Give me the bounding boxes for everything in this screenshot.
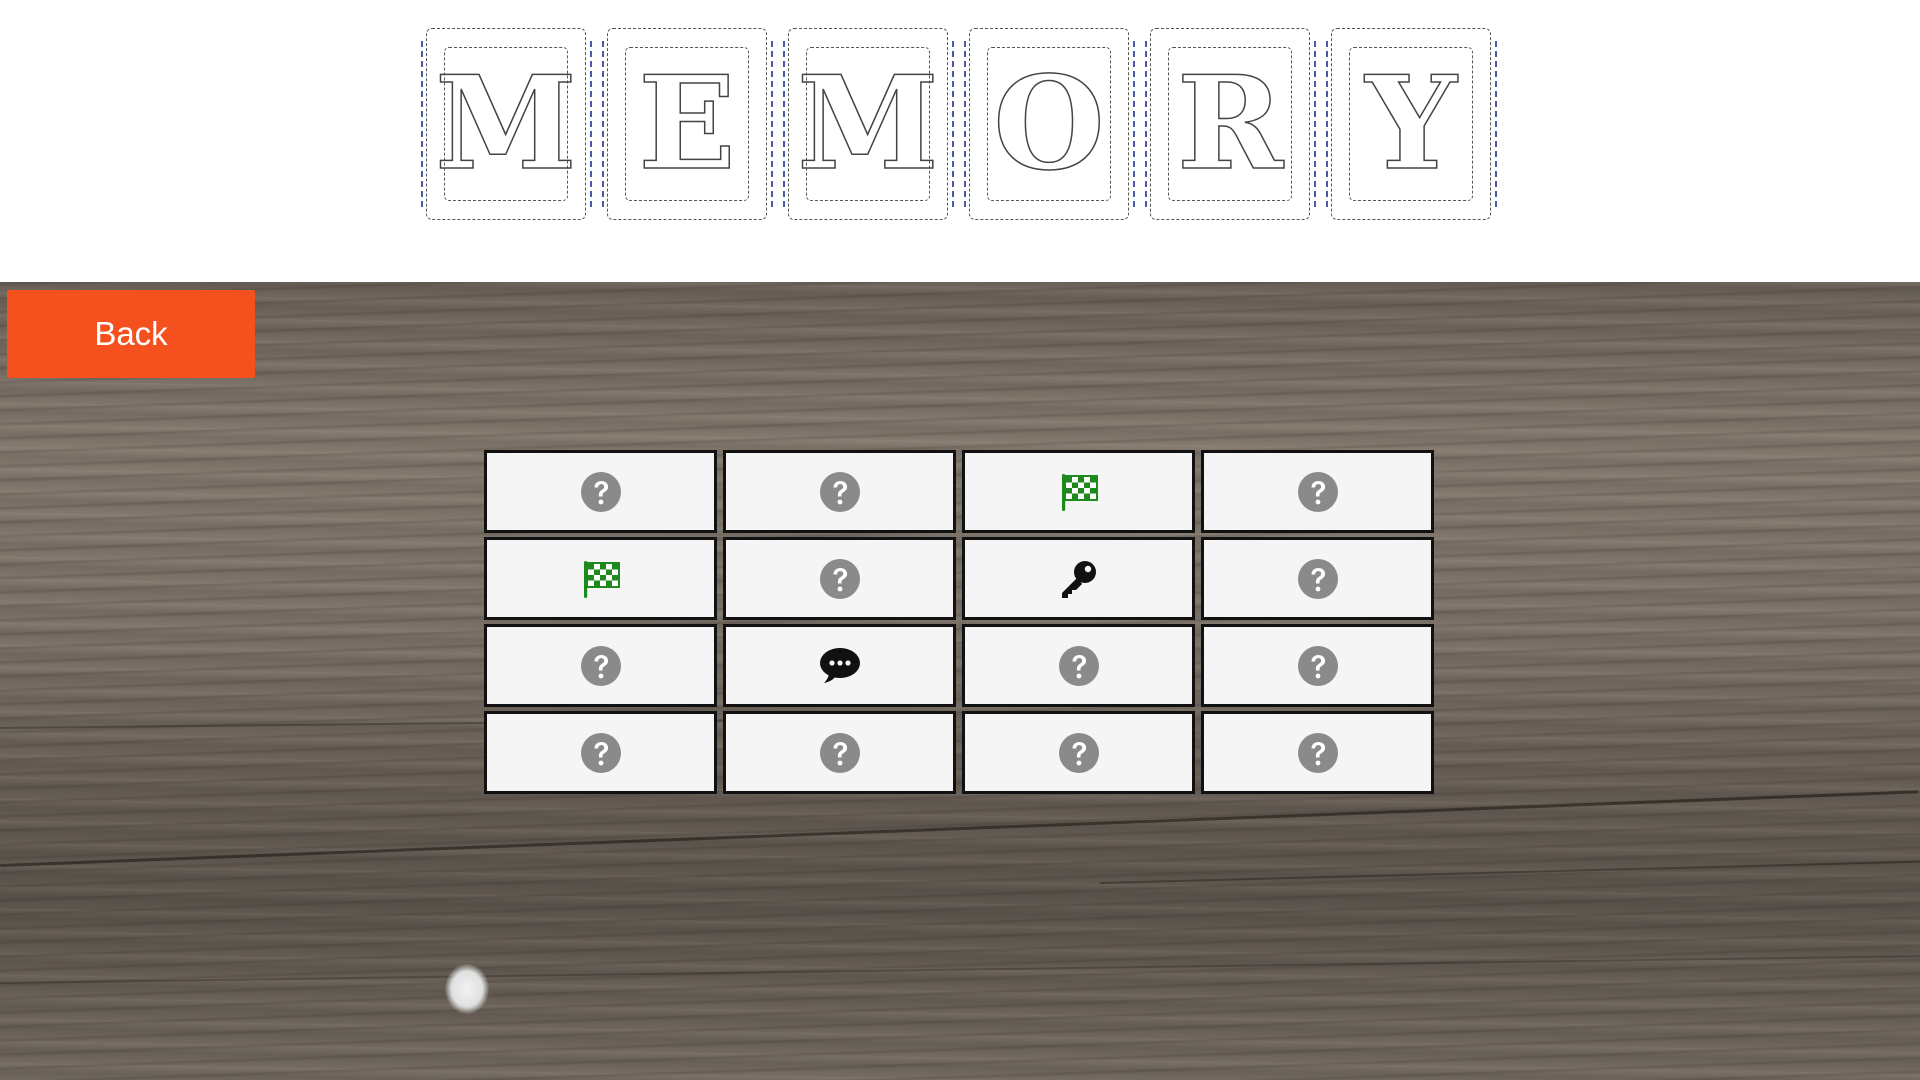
- question-icon: [580, 471, 622, 513]
- question-icon: [819, 471, 861, 513]
- title-letter: E: [637, 49, 736, 199]
- question-icon: [580, 645, 622, 687]
- memory-card[interactable]: [484, 537, 717, 620]
- question-icon: [580, 732, 622, 774]
- question-icon: [1297, 645, 1339, 687]
- memory-card[interactable]: [484, 624, 717, 707]
- memory-card[interactable]: [723, 450, 956, 533]
- header: MEMORY: [0, 0, 1920, 282]
- memory-card[interactable]: [962, 711, 1195, 794]
- memory-card[interactable]: [484, 711, 717, 794]
- memory-card[interactable]: [723, 711, 956, 794]
- title-letter-frame: M: [796, 47, 940, 201]
- title-letter-frame: M: [434, 47, 578, 201]
- title-letter: Y: [1365, 49, 1458, 199]
- memory-card[interactable]: [1201, 711, 1434, 794]
- question-icon: [1297, 558, 1339, 600]
- title-letter: R: [1176, 49, 1284, 199]
- question-icon: [1297, 471, 1339, 513]
- question-icon: [1058, 732, 1100, 774]
- question-icon: [819, 732, 861, 774]
- question-icon: [819, 558, 861, 600]
- title-letter-block: M: [421, 28, 592, 220]
- memory-card[interactable]: [1201, 537, 1434, 620]
- title-letter-frame: O: [987, 47, 1111, 201]
- memory-card[interactable]: [723, 624, 956, 707]
- key-icon: [1057, 557, 1101, 601]
- title-letter-block: E: [602, 28, 773, 220]
- memory-card[interactable]: [962, 537, 1195, 620]
- wood-knot: [445, 964, 489, 1014]
- wood-crack: [0, 955, 1920, 984]
- memory-card[interactable]: [962, 624, 1195, 707]
- memory-title: MEMORY: [421, 28, 1512, 223]
- memory-card[interactable]: [1201, 450, 1434, 533]
- speech-bubble-icon: [818, 645, 862, 687]
- title-letter-block: R: [1145, 28, 1316, 220]
- question-icon: [1058, 645, 1100, 687]
- title-letter-block: O: [964, 28, 1135, 220]
- title-letter: M: [434, 49, 577, 199]
- memory-card[interactable]: [484, 450, 717, 533]
- title-letter-block: M: [783, 28, 954, 220]
- title-letter-block: Y: [1326, 28, 1497, 220]
- title-letter: O: [993, 49, 1106, 199]
- question-icon: [1297, 732, 1339, 774]
- wood-crack: [0, 790, 1919, 867]
- memory-card[interactable]: [723, 537, 956, 620]
- memory-card[interactable]: [1201, 624, 1434, 707]
- title-letter-frame: E: [625, 47, 749, 201]
- wood-crack: [1099, 860, 1920, 884]
- card-grid: [484, 450, 1434, 794]
- title-letter-frame: Y: [1349, 47, 1473, 201]
- checkered-flag-icon: [1058, 471, 1100, 513]
- title-letter-frame: R: [1168, 47, 1292, 201]
- checkered-flag-icon: [580, 558, 622, 600]
- back-button[interactable]: Back: [7, 290, 255, 378]
- memory-card[interactable]: [962, 450, 1195, 533]
- title-letter: M: [796, 49, 939, 199]
